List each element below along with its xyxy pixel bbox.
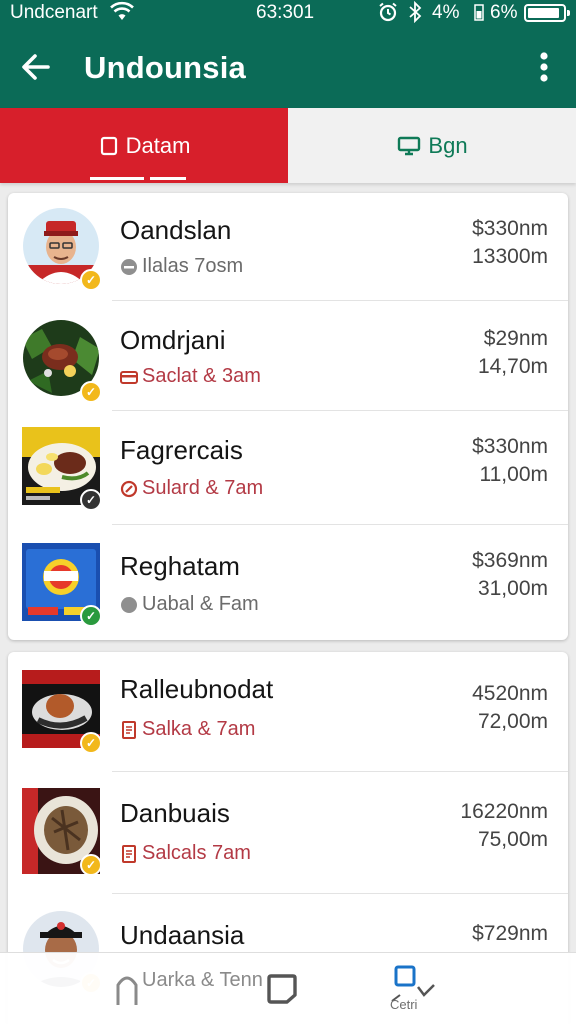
item-price: $369nm — [472, 549, 548, 572]
tab-bgn[interactable]: Bgn — [288, 108, 576, 183]
item-price: 4520nm — [472, 682, 548, 705]
item-price: $330nm — [472, 217, 548, 240]
item-name: Reghatam — [120, 551, 240, 581]
item-subtitle: Sulard & 7am — [120, 477, 263, 500]
tab-indicator — [150, 177, 186, 180]
badge-icon: ✓ — [80, 381, 102, 403]
item-amount: 11,00m — [479, 463, 549, 486]
arch-icon[interactable] — [114, 971, 140, 1005]
card-icon — [120, 370, 138, 384]
item-subtitle-text: Uabal & Fam — [142, 593, 259, 615]
list-item[interactable]: ✓ Ralleubnodat Salka & 7am 4520nm 72,00m — [8, 652, 568, 772]
item-subtitle-text: Ilalas 7osm — [142, 255, 244, 277]
item-amount: 14,70m — [477, 355, 548, 378]
badge-icon: ✓ — [80, 489, 102, 511]
list-item[interactable]: ✓ Fagrercais Sulard & 7am $330nm 11,00m — [8, 411, 568, 525]
item-subtitle-text: Salcals 7am — [142, 842, 251, 864]
item-name: Ralleubnodat — [120, 674, 274, 704]
item-amount: 72,00m — [477, 710, 548, 733]
circle-icon — [121, 258, 137, 275]
item-amount: 31,00m — [477, 577, 548, 600]
item-amount: 75,00m — [477, 828, 548, 851]
carrier-name: Undcenart — [10, 2, 98, 23]
item-name: Undaansia — [120, 920, 245, 950]
thumbnail: ✓ — [22, 427, 102, 511]
item-name: Oandslan — [120, 215, 232, 245]
thumbnail: ✓ — [22, 543, 102, 627]
tab-label: Datam — [125, 132, 191, 158]
app-bar: Undounsia — [0, 26, 576, 108]
circle-icon — [121, 596, 137, 613]
badge-icon: ✓ — [80, 854, 102, 876]
item-name: Danbuais — [120, 798, 230, 828]
battery-fill — [528, 8, 559, 18]
avatar: ✓ — [22, 207, 102, 291]
bottom-navigation: Uarka & Tenn Cetri — [0, 952, 576, 1024]
tab-indicator — [90, 177, 144, 180]
item-subtitle-text: Saclat & 3am — [142, 365, 261, 387]
signal-bar-icon — [474, 4, 484, 21]
alarm-icon — [379, 2, 397, 22]
battery-icon — [524, 4, 570, 22]
badge-icon: ✓ — [80, 605, 102, 627]
nav-label[interactable]: Cetri — [390, 997, 417, 1012]
item-subtitle: Salka & 7am — [120, 718, 255, 741]
wifi-icon — [110, 1, 134, 20]
thumbnail: ✓ — [22, 788, 102, 876]
item-price: 16220nm — [460, 800, 548, 823]
item-subtitle: Saclat & 3am — [120, 365, 261, 388]
item-subtitle-text: Salka & 7am — [142, 718, 256, 740]
item-subtitle: Ilalas 7osm — [120, 255, 243, 278]
more-vert-icon[interactable] — [530, 50, 558, 84]
status-bar: Undcenart 63:301 4% 6% — [0, 0, 576, 26]
list-card: ✓ Oandslan Ilalas 7osm $330nm 13300m ✓ O… — [8, 193, 568, 640]
tab-label: Bgn — [428, 132, 468, 158]
tab-bar: Datam Bgn — [0, 108, 576, 183]
signal-percent: 4% — [432, 2, 460, 23]
bluetooth-icon — [409, 1, 422, 23]
nav-label[interactable]: Uarka & Tenn — [142, 969, 263, 992]
item-price: $29nm — [483, 327, 548, 350]
chat-bubble-icon[interactable] — [266, 973, 298, 1005]
avatar: ✓ — [22, 319, 102, 403]
item-amount: 13300m — [472, 245, 548, 268]
receipt-icon — [122, 720, 136, 739]
square-icon — [100, 136, 117, 155]
list-item[interactable]: ✓ Danbuais Salcals 7am 16220nm 75,00m — [8, 772, 568, 894]
monitor-icon — [398, 136, 421, 155]
badge-icon: ✓ — [80, 269, 102, 291]
list-item[interactable]: ✓ Oandslan Ilalas 7osm $330nm 13300m — [8, 193, 568, 301]
status-time: 63:301 — [256, 2, 315, 23]
tag-icon — [120, 480, 138, 497]
item-subtitle-text: Sulard & 7am — [142, 477, 264, 499]
item-name: Omdrjani — [120, 325, 226, 355]
receipt-icon — [122, 844, 136, 863]
item-subtitle: Uabal & Fam — [120, 593, 259, 616]
list-item[interactable]: ✓ Omdrjani Saclat & 3am $29nm 14,70m — [8, 301, 568, 411]
tab-datam[interactable]: Datam — [0, 108, 288, 183]
thumbnail: ✓ — [22, 670, 102, 754]
badge-icon: ✓ — [80, 732, 102, 754]
app-screen: Undcenart 63:301 4% 6% Undounsia Datam B… — [0, 0, 576, 1024]
list-item[interactable]: ✓ Reghatam Uabal & Fam $369nm 31,00m — [8, 525, 568, 640]
item-name: Fagrercais — [120, 435, 243, 465]
page-title: Undounsia — [84, 50, 246, 85]
battery-percent: 6% — [490, 2, 518, 23]
arrow-left-icon[interactable] — [20, 52, 52, 82]
item-price: $729nm — [472, 922, 548, 945]
item-subtitle: Salcals 7am — [120, 842, 251, 865]
item-price: $330nm — [472, 435, 548, 458]
